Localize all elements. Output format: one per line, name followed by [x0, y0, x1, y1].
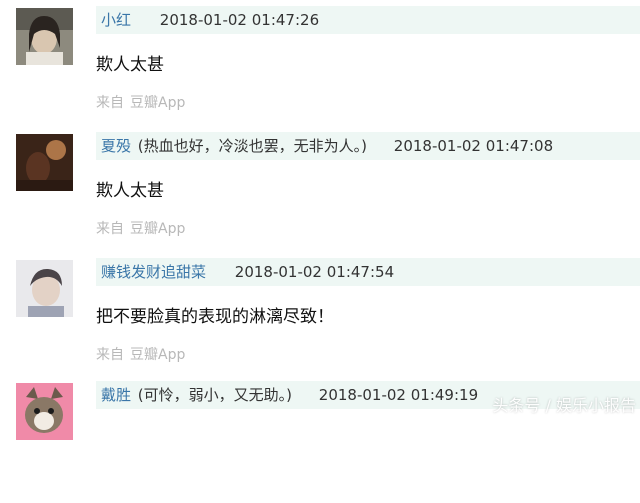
- avatar[interactable]: [16, 134, 73, 191]
- source-app-link[interactable]: 豆瓣App: [130, 95, 185, 111]
- avatar[interactable]: [16, 260, 73, 317]
- timestamp: 2018-01-02 01:49:19: [318, 386, 479, 404]
- comment-header: 夏殁 (热血也好，冷淡也罢，无非为人。) 2018-01-02 01:47:08: [96, 132, 640, 160]
- source-app-link[interactable]: 豆瓣App: [130, 221, 185, 237]
- timestamp: 2018-01-02 01:47:08: [393, 137, 554, 155]
- comment-header: 赚钱发财追甜菜 2018-01-02 01:47:54: [96, 258, 640, 286]
- timestamp: 2018-01-02 01:47:54: [234, 263, 395, 281]
- username-link[interactable]: 小红: [101, 11, 131, 29]
- comment-source: 来自 豆瓣App: [96, 218, 185, 238]
- comment-source: 来自 豆瓣App: [96, 344, 185, 364]
- comment-header: 小红 2018-01-02 01:47:26: [96, 6, 640, 34]
- comment-text: 欺人太甚: [96, 181, 164, 201]
- user-note: (可怜，弱小，又无助。): [137, 386, 293, 404]
- timestamp: 2018-01-02 01:47:26: [159, 11, 320, 29]
- source-label: 来自: [96, 221, 124, 237]
- comment-item: 小红 2018-01-02 01:47:26 欺人太甚 来自 豆瓣App: [0, 0, 640, 128]
- user-note: (热血也好，冷淡也罢，无非为人。): [137, 137, 368, 155]
- comment-item: 夏殁 (热血也好，冷淡也罢，无非为人。) 2018-01-02 01:47:08…: [0, 126, 640, 254]
- source-app-link[interactable]: 豆瓣App: [130, 347, 185, 363]
- source-label: 来自: [96, 347, 124, 363]
- comment-source: 来自 豆瓣App: [96, 92, 185, 112]
- username-link[interactable]: 戴胜: [101, 386, 131, 404]
- comment-text: 欺人太甚: [96, 55, 164, 75]
- username-link[interactable]: 赚钱发财追甜菜: [101, 263, 206, 281]
- username-link[interactable]: 夏殁: [101, 137, 131, 155]
- avatar[interactable]: [16, 383, 73, 440]
- avatar[interactable]: [16, 8, 73, 65]
- source-label: 来自: [96, 95, 124, 111]
- comment-item: 赚钱发财追甜菜 2018-01-02 01:47:54 把不要脸真的表现的淋漓尽…: [0, 252, 640, 380]
- watermark: 头条号 / 娱乐小报告: [492, 396, 636, 415]
- comment-text: 把不要脸真的表现的淋漓尽致！: [96, 307, 334, 327]
